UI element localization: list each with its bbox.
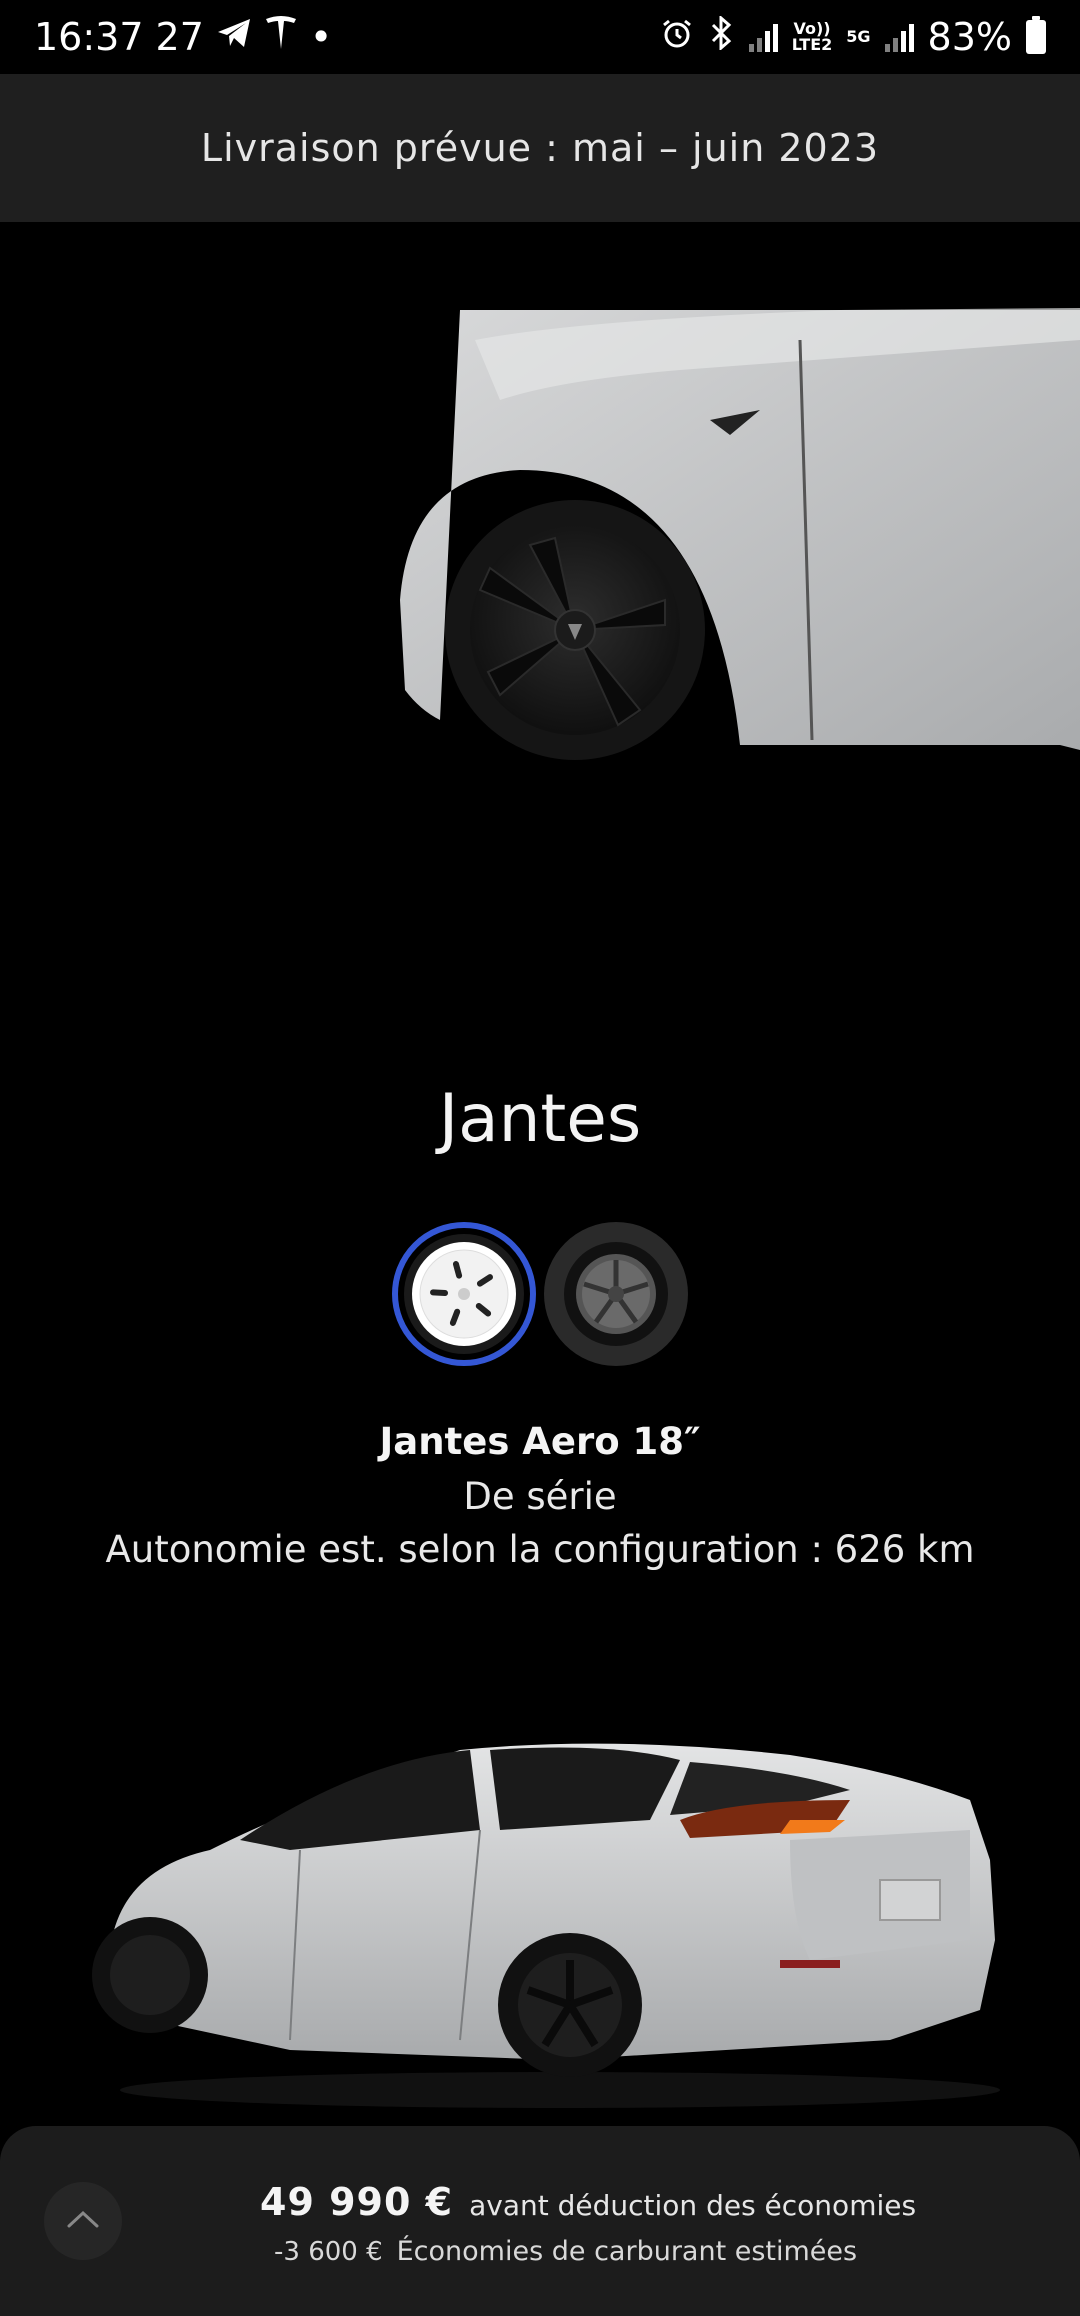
wheel-options	[0, 1222, 1080, 1366]
notification-dot: •	[309, 15, 333, 59]
temperature: 27	[155, 15, 204, 59]
selected-option-name: Jantes Aero 18″	[379, 1420, 701, 1463]
price-line: 49 990 € avant déduction des économies	[260, 2180, 916, 2224]
delivery-banner: Livraison prévue : mai – juin 2023	[0, 74, 1080, 222]
savings-line: -3 600 € Économies de carburant estimées	[274, 2236, 857, 2267]
signal-strength-icon	[748, 22, 778, 52]
alarm-icon	[661, 15, 693, 59]
status-left: 16:37 27 •	[34, 15, 332, 60]
expand-button[interactable]	[44, 2182, 122, 2260]
sport-wheel-icon	[556, 1234, 676, 1354]
section-title: Jantes	[438, 1080, 642, 1157]
price-amount: 49 990 €	[260, 2180, 454, 2224]
battery-percent: 83%	[927, 15, 1012, 59]
car-wheel-closeup-image	[400, 308, 1080, 760]
telegram-icon	[216, 17, 252, 58]
savings-amount: -3 600 €	[274, 2237, 383, 2267]
chevron-up-icon	[66, 2209, 100, 2233]
tesla-logo-icon	[264, 15, 298, 60]
selected-option-range: Autonomie est. selon la configuration : …	[105, 1528, 975, 1571]
volte-indicator: Vo)) LTE2	[791, 19, 833, 54]
price-caption: avant déduction des économies	[469, 2189, 917, 2222]
signal-strength-2-icon	[884, 22, 914, 52]
battery-icon	[1026, 16, 1046, 54]
aero-wheel-icon	[404, 1234, 524, 1354]
status-bar: 16:37 27 • Vo)) LTE2 5G 83%	[0, 0, 1080, 74]
wheel-option-sport-19[interactable]	[544, 1222, 688, 1366]
car-side-image	[92, 1743, 1000, 2108]
clock: 16:37	[34, 15, 144, 59]
selected-option-status: De série	[463, 1475, 617, 1518]
savings-caption: Économies de carburant estimées	[396, 2236, 858, 2267]
network-type: 5G	[846, 27, 871, 46]
bluetooth-icon	[707, 14, 735, 59]
price-panel: 49 990 € avant déduction des économies -…	[0, 2126, 1080, 2316]
delivery-text: Livraison prévue : mai – juin 2023	[200, 126, 880, 170]
wheel-option-aero-18[interactable]	[392, 1222, 536, 1366]
status-right: Vo)) LTE2 5G 83%	[661, 14, 1046, 59]
